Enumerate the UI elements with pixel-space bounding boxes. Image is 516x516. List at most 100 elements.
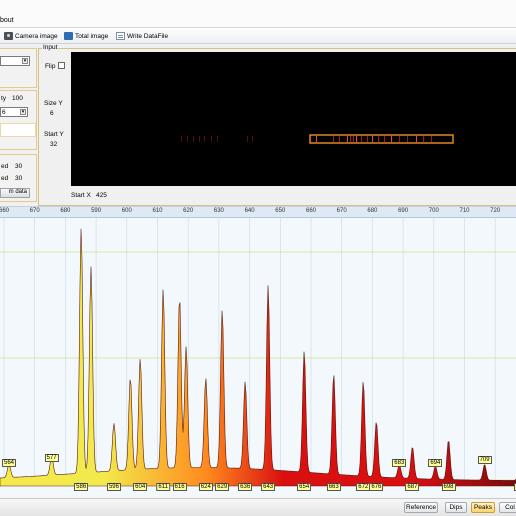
settings-panel: ty 100 6 ▾: [0, 90, 37, 150]
total-image-button[interactable]: Total image: [64, 30, 108, 42]
camera-spectral-line: [367, 136, 368, 142]
left-control-panel: ▾ ty 100 6 ▾ ed 30 ed 30 m data: [0, 44, 38, 204]
speed-value-2: 30: [15, 175, 23, 182]
camera-spectral-line: [361, 136, 362, 142]
axis-tick-label: 650: [275, 208, 286, 214]
peak-label: 698: [441, 483, 456, 491]
start-y-value[interactable]: 32: [50, 141, 57, 148]
camera-spectral-line: [211, 136, 212, 142]
camera-spectral-line: [217, 136, 218, 142]
spectrum-chart[interactable]: 564 577 586 596 604 611 616 624 629 636 643 654 663 6…: [0, 218, 516, 498]
intensity-label: ty: [1, 95, 7, 102]
axis-tick-label: 680: [367, 208, 378, 214]
mode-dropdown-value: 6: [2, 109, 6, 116]
write-datafile-label: Write DataFile: [127, 32, 169, 40]
camera-spectral-line: [353, 136, 354, 142]
axis-tick-label: 660: [305, 208, 317, 214]
write-datafile-button[interactable]: Write DataFile: [116, 30, 168, 42]
peak-label: 564: [1, 458, 17, 467]
flip-checkbox[interactable]: [58, 62, 65, 69]
camera-spectral-line: [431, 136, 432, 142]
camera-image-canvas: [181, 134, 454, 144]
camera-spectral-line: [407, 136, 408, 142]
peak-label: 616: [172, 483, 187, 491]
camera-image-view[interactable]: [71, 52, 516, 186]
col-button[interactable]: Col: [499, 502, 516, 513]
camera-image-button[interactable]: Camera image: [4, 30, 58, 42]
speed-panel: ed 30 ed 30 m data: [0, 154, 37, 202]
start-x-label: Start X: [71, 192, 91, 199]
peak-label: 636: [238, 483, 253, 491]
flip-label: Flip: [45, 63, 56, 70]
total-image-label: Total image: [75, 32, 109, 40]
input-group-title: Input: [42, 44, 59, 51]
axis-tick-label: 620: [183, 208, 194, 214]
start-x-value[interactable]: 425: [96, 192, 107, 199]
settings-textbox[interactable]: [0, 123, 36, 137]
axis-tick-label: 640: [244, 208, 255, 214]
size-y-label: Size Y: [44, 100, 63, 107]
peak-label: 624: [198, 483, 213, 491]
camera-icon: [4, 32, 13, 40]
axis-tick-label: 680: [60, 208, 71, 214]
camera-spectral-line: [350, 136, 351, 142]
chevron-down-icon: ▾: [20, 109, 26, 115]
peak-label: 586: [74, 483, 89, 491]
camera-spectral-line: [339, 136, 340, 142]
dips-button[interactable]: Dips: [445, 502, 467, 513]
axis-tick-label: 690: [398, 208, 409, 214]
camera-spectral-line: [252, 136, 253, 142]
axis-tick-label: 660: [0, 208, 10, 214]
wavelength-axis: 660 670 680 590 600 610 620 630 640 650 660 670 680 6…: [0, 206, 516, 218]
intensity-value: 100: [12, 95, 23, 102]
peak-label: 596: [106, 483, 121, 491]
axis-tick-label: 710: [459, 208, 470, 214]
camera-spectral-line: [384, 136, 385, 142]
size-y-value[interactable]: 6: [50, 110, 54, 117]
start-y-label: Start Y: [44, 131, 64, 138]
mode-dropdown[interactable]: 6 ▾: [0, 107, 28, 117]
axis-tick-label: 670: [336, 208, 347, 214]
chart-grid: [0, 218, 516, 486]
camera-spectral-line: [391, 136, 392, 142]
speed-label-2: ed: [1, 175, 9, 182]
camera-spectral-line: [356, 136, 357, 142]
axis-tick-label: 700: [428, 208, 439, 214]
peak-label: 611: [156, 483, 170, 491]
peak-label: 643: [261, 483, 276, 491]
camera-spectral-line: [378, 136, 379, 142]
camera-spectral-line: [181, 136, 182, 142]
peak-label: 709: [477, 456, 492, 465]
camera-spectral-line: [187, 136, 188, 142]
peak-label: 577: [44, 453, 59, 462]
image-icon: [64, 32, 73, 40]
peak-label: 654: [297, 483, 312, 491]
camera-spectral-line: [399, 136, 400, 142]
speed-label-1: ed: [1, 163, 9, 170]
source-panel: ▾: [0, 48, 37, 88]
reference-button[interactable]: Reference: [404, 502, 438, 513]
peaks-button[interactable]: Peaks: [471, 502, 495, 513]
camera-spectral-line: [347, 136, 348, 142]
camera-spectral-line: [333, 136, 334, 142]
peak-label: 694: [428, 458, 443, 467]
camera-spectral-line: [423, 136, 424, 142]
camera-spectral-line: [372, 136, 373, 142]
source-dropdown[interactable]: ▾: [0, 56, 30, 66]
axis-tick-label: 630: [213, 208, 224, 214]
toolbar: Camera image Total image Write DataFile: [0, 28, 516, 44]
peak-label: 672: [356, 483, 371, 491]
axis-tick-label: 670: [29, 208, 40, 214]
camera-spectral-line: [247, 136, 248, 142]
camera-image-label: Camera image: [15, 32, 58, 40]
axis-tick-label: 720: [490, 208, 501, 214]
camera-spectral-line: [193, 136, 194, 142]
spectrum-area: [0, 228, 516, 487]
camera-spectral-line: [416, 136, 417, 142]
menu-about[interactable]: bout: [0, 17, 14, 24]
peak-label: 687: [405, 483, 420, 491]
camera-spectral-line: [204, 136, 205, 142]
save-data-button[interactable]: m data: [0, 188, 30, 198]
spectrometer-window: bout Camera image Total image Write Data…: [0, 0, 516, 516]
peak-label: 683: [392, 458, 407, 467]
